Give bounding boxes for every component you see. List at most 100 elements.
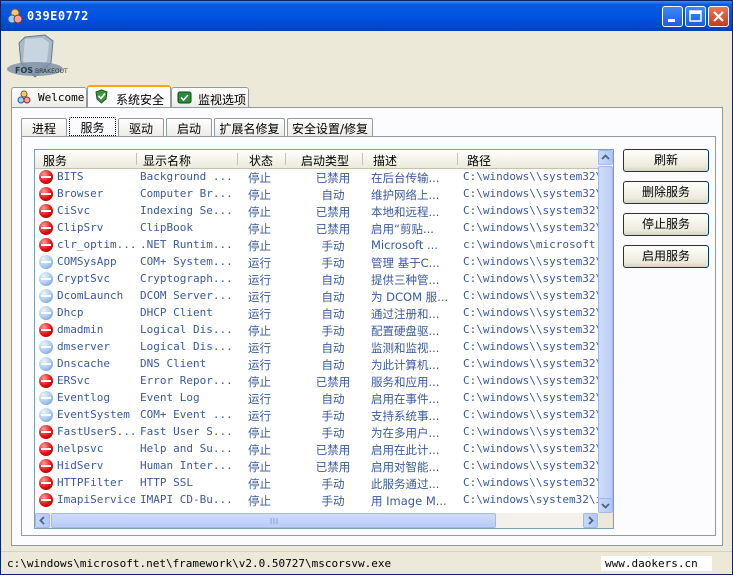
table-row[interactable]: HTTPFilter HTTP SSL 停止 手动 此服务通过... C:\windows…	[35, 475, 600, 492]
cell-desc: 本地和远程...	[371, 205, 440, 219]
scroll-down-button[interactable]	[598, 498, 613, 513]
column-header-display-name[interactable]: 显示名称	[143, 152, 191, 169]
table-row[interactable]: HidServ Human Inter... 停止 已禁用 启用对智能... C:\win…	[35, 458, 600, 475]
cell-desc: 管理 基于C...	[371, 256, 440, 270]
title-bar[interactable]: 039E0772	[1, 1, 732, 31]
cell-display: Logical Dis...	[140, 323, 233, 336]
cell-status: 停止	[248, 426, 271, 440]
cell-startup: 手动	[321, 477, 345, 491]
delete-service-button[interactable]: 删除服务	[623, 181, 709, 204]
website-link[interactable]: www.daokers.cn	[605, 557, 698, 570]
cell-desc: 在后台传输...	[371, 171, 440, 185]
minimize-button[interactable]	[662, 6, 683, 27]
table-row[interactable]: Dnscache DNS Client 运行 自动 为此计算机... C:\windows…	[35, 356, 600, 373]
cell-desc: 用 Image M...	[371, 494, 447, 508]
start-service-button[interactable]: 启用服务	[623, 245, 709, 268]
table-row[interactable]: DcomLaunch DCOM Server... 运行 自动 为 DCOM 服... C…	[35, 288, 600, 305]
scroll-left-button[interactable]	[35, 513, 50, 528]
cell-display: Computer Br...	[140, 187, 233, 200]
maximize-icon	[689, 10, 702, 22]
cell-name: HidServ	[57, 459, 104, 472]
table-row[interactable]: CryptSvc Cryptograph... 运行 自动 提供三种管... C:\win…	[35, 271, 600, 288]
list-header: 服务 显示名称 状态 启动类型 描述 路径	[35, 150, 600, 169]
cell-path: C:\windows\\system32\sv	[463, 391, 600, 404]
services-list[interactable]: 服务 显示名称 状态 启动类型 描述 路径 BITS Background ...…	[34, 149, 614, 529]
subtab-processes[interactable]: 进程	[21, 118, 67, 136]
table-row[interactable]: dmserver Logical Dis... 运行 自动 监测和监视... C:\win…	[35, 339, 600, 356]
table-row[interactable]: ClipSrv ClipBook 停止 已禁用 启用“剪贴... C:\windows\\…	[35, 220, 600, 237]
table-row[interactable]: FastUserS... Fast User S... 停止 手动 为在多用户... C:…	[35, 424, 600, 441]
refresh-button[interactable]: 刷新	[623, 149, 709, 172]
cell-name: clr_optim...	[57, 238, 135, 251]
cell-display: COM+ System...	[140, 255, 233, 268]
cell-name: EventSystem	[57, 408, 130, 421]
close-button[interactable]	[708, 6, 729, 27]
vertical-scrollbar[interactable]	[598, 150, 613, 528]
table-row[interactable]: BITS Background ... 停止 已禁用 在后台传输... C:\window…	[35, 169, 600, 186]
table-row[interactable]: dmadmin Logical Dis... 停止 手动 配置硬盘驱... C:\wind…	[35, 322, 600, 339]
cell-startup: 自动	[321, 307, 345, 321]
service-running-icon	[39, 272, 53, 286]
subtab-extension-repair[interactable]: 扩展名修复	[214, 118, 285, 136]
maximize-button[interactable]	[685, 6, 706, 27]
service-running-icon	[39, 255, 53, 269]
cell-display: Event Log	[140, 391, 200, 404]
cell-display: IMAPI CD-Bu...	[140, 493, 233, 506]
table-row[interactable]: ImapiService IMAPI CD-Bu... 停止 手动 用 Image M.…	[35, 492, 600, 509]
subtab-services[interactable]: 服务	[69, 117, 116, 136]
tab-welcome[interactable]: Welcome	[11, 87, 87, 107]
table-row[interactable]: helpsvc Help and Su... 停止 已禁用 启用在此计... C:\win…	[35, 441, 600, 458]
cell-desc: 配置硬盘驱...	[371, 324, 440, 338]
subtab-drivers[interactable]: 驱动	[118, 118, 164, 136]
scroll-right-button[interactable]	[583, 513, 598, 528]
table-row[interactable]: Eventlog Event Log 运行 自动 启用在事件... C:\windows\…	[35, 390, 600, 407]
cell-path: C:\windows\\system32\sv	[463, 442, 600, 455]
tab-monitor-options[interactable]: 监视选项	[171, 87, 249, 107]
service-stopped-icon	[39, 204, 53, 218]
horizontal-scroll-thumb[interactable]	[51, 513, 496, 528]
scrollbar-corner	[598, 513, 613, 528]
status-bar: c:\windows\microsoft.net\framework\v2.0.…	[1, 551, 732, 574]
cell-desc: 为此计算机...	[371, 358, 440, 372]
table-row[interactable]: ERSvc Error Repor... 停止 已禁用 服务和应用... C:\windo…	[35, 373, 600, 390]
service-stopped-icon	[39, 374, 53, 388]
cell-status: 停止	[248, 375, 271, 389]
table-row[interactable]: clr_optim... .NET Runtim... 停止 手动 Microsoft …	[35, 237, 600, 254]
cell-name: CryptSvc	[57, 272, 110, 285]
column-header-service[interactable]: 服务	[43, 152, 67, 169]
chevron-right-icon	[588, 516, 594, 525]
cell-display: Fast User S...	[140, 425, 233, 438]
cell-display: Background ...	[140, 170, 233, 183]
horizontal-scrollbar[interactable]	[35, 513, 600, 528]
cell-desc: 通过注册和...	[371, 307, 440, 321]
cell-desc: 此服务通过...	[371, 477, 440, 491]
grip-icon	[270, 518, 278, 524]
cell-startup: 手动	[321, 256, 345, 270]
tab-system-security[interactable]: 系统安全	[87, 85, 171, 108]
cell-path: C:\windows\\system32\sv	[463, 187, 600, 200]
subtab-startup[interactable]: 启动	[166, 118, 212, 136]
cell-name: Dnscache	[57, 357, 110, 370]
cell-startup: 自动	[321, 188, 345, 202]
vertical-scroll-thumb[interactable]	[598, 166, 613, 506]
service-stopped-icon	[39, 476, 53, 490]
service-running-icon	[39, 340, 53, 354]
table-row[interactable]: Dhcp DHCP Client 运行 自动 通过注册和... C:\windows\\s…	[35, 305, 600, 322]
table-row[interactable]: Browser Computer Br... 停止 自动 维护网络上... C:\wind…	[35, 186, 600, 203]
cell-desc: Microsoft ...	[371, 238, 438, 252]
stop-service-button[interactable]: 停止服务	[623, 213, 709, 236]
table-row[interactable]: COMSysApp COM+ System... 运行 手动 管理 基于C... C:\w…	[35, 254, 600, 271]
column-header-path[interactable]: 路径	[467, 152, 491, 169]
cell-path: C:\windows\system32\im	[463, 493, 600, 506]
subtab-security-settings[interactable]: 安全设置/修复	[287, 118, 373, 136]
cell-desc: 维护网络上...	[371, 188, 440, 202]
cell-status: 停止	[248, 443, 271, 457]
scroll-up-button[interactable]	[598, 150, 613, 165]
cell-startup: 手动	[321, 409, 345, 423]
cell-status: 停止	[248, 188, 271, 202]
table-row[interactable]: EventSystem COM+ Event ... 运行 手动 支持系统事... C:\…	[35, 407, 600, 424]
column-header-status[interactable]: 状态	[249, 152, 273, 169]
table-row[interactable]: CiSvc Indexing Se... 停止 已禁用 本地和远程... C:\windo…	[35, 203, 600, 220]
column-header-startup-type[interactable]: 启动类型	[301, 152, 349, 169]
column-header-description[interactable]: 描述	[373, 152, 397, 169]
